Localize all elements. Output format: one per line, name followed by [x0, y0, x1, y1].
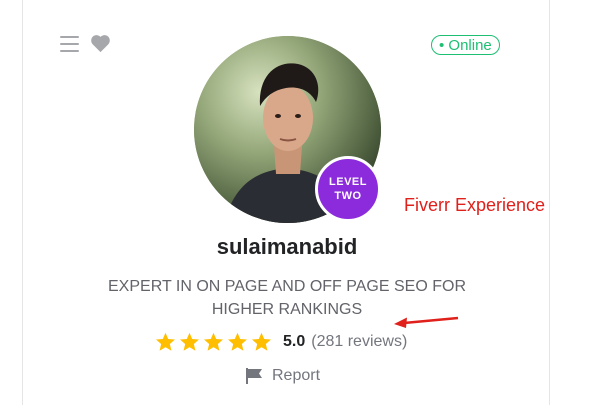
rating-stars	[155, 332, 272, 352]
report-button[interactable]: Report	[245, 367, 320, 385]
level-badge: LEVEL TWO	[315, 156, 381, 222]
star-icon	[228, 332, 247, 351]
annotation-arrow	[394, 316, 459, 328]
report-label: Report	[272, 367, 321, 384]
star-icon	[204, 332, 223, 351]
rating-row: 5.0 (281 reviews)	[155, 330, 407, 354]
seller-username[interactable]: sulaimanabid	[23, 234, 551, 260]
menu-icon[interactable]	[60, 36, 79, 52]
level-badge-line2: TWO	[334, 190, 362, 202]
star-icon	[156, 332, 175, 351]
star-icon	[180, 332, 199, 351]
star-icon	[252, 332, 271, 351]
level-badge-line1: LEVEL	[329, 176, 367, 188]
heart-icon[interactable]	[90, 34, 111, 53]
annotation-label: Fiverr Experience	[404, 195, 546, 215]
online-status-badge: • Online	[431, 35, 500, 55]
flag-icon	[246, 368, 262, 384]
review-count[interactable]: (281 reviews)	[311, 333, 407, 351]
rating-score: 5.0	[283, 333, 306, 350]
